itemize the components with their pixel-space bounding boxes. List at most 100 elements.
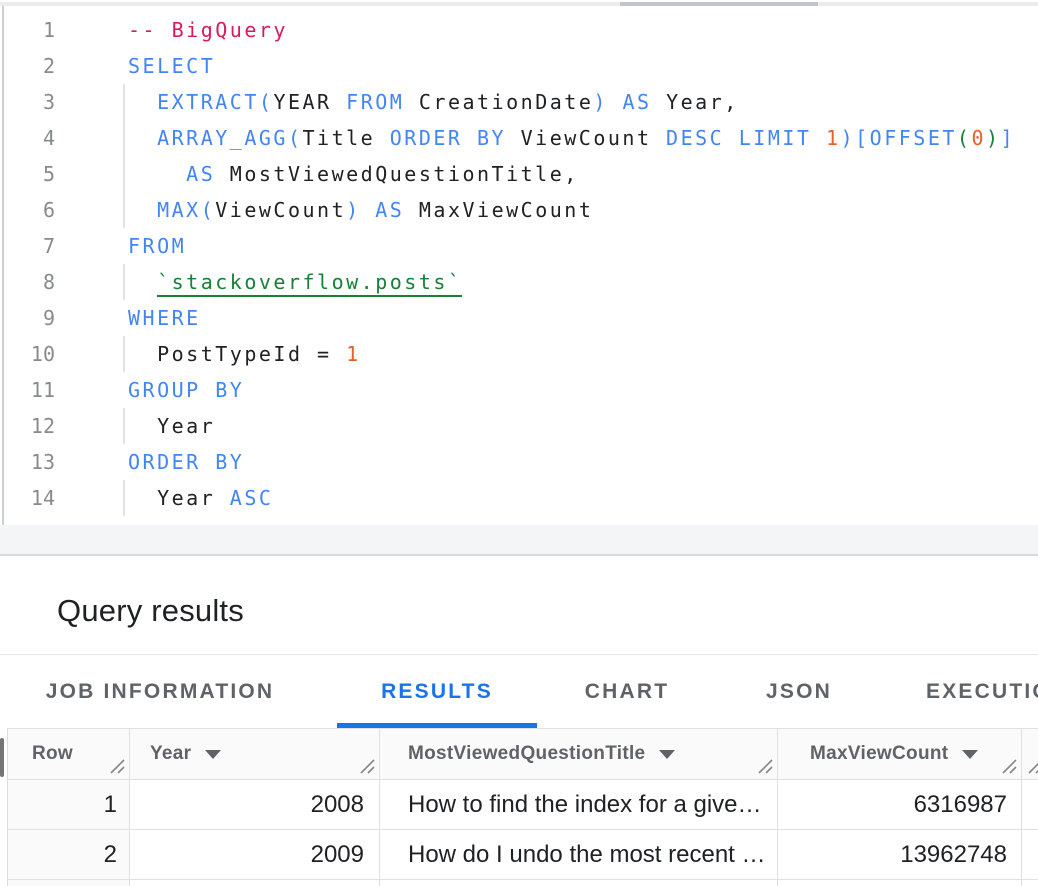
line-number: 4 <box>0 120 55 156</box>
column-resize-handle-icon[interactable] <box>1001 758 1018 775</box>
code-text: FROM <box>128 228 186 264</box>
token-id <box>811 126 826 150</box>
tab-json[interactable]: JSON <box>717 656 881 728</box>
code-line[interactable]: 13ORDER BY <box>0 444 1038 480</box>
code-line[interactable]: 2 SELECT <box>0 48 1038 84</box>
token-kw: [ <box>855 126 870 150</box>
code-line[interactable]: 12 Year <box>0 408 1038 444</box>
query-results-title: Query results <box>57 593 244 629</box>
column-header-label: Year <box>150 743 191 765</box>
table-row: 22009How do I undo the most recent …1396… <box>8 830 1038 880</box>
code-line[interactable]: 3 EXTRACT(YEAR FROM CreationDate) AS Yea… <box>0 84 1038 120</box>
token-id: MostViewedQuestionTitle, <box>215 162 579 186</box>
cell-row: 2 <box>8 830 130 880</box>
token-id: YEAR <box>273 90 346 114</box>
token-kw: AS <box>186 162 215 186</box>
token-id: Title <box>303 126 390 150</box>
token-id: ViewCount <box>215 198 346 222</box>
tab-results[interactable]: RESULTS <box>337 656 537 728</box>
line-number: 7 <box>0 228 55 264</box>
tab-execution-details[interactable]: EXECUTION DETAILS <box>881 656 1038 728</box>
token-grn: ( <box>957 126 972 150</box>
token-id <box>128 162 186 186</box>
code-line[interactable]: 7 FROM <box>0 228 1038 264</box>
code-line[interactable]: 11GROUP BY <box>0 372 1038 408</box>
code-text: PostTypeId = 1 <box>128 336 361 372</box>
bigquery-console: 1-- BigQuery2SELECT3 EXTRACT(YEAR FROM C… <box>0 0 1038 886</box>
code-line[interactable]: 1-- BigQuery <box>0 12 1038 48</box>
token-kw: ) <box>841 126 856 150</box>
code-text: SELECT <box>128 48 215 84</box>
code-text: ORDER BY <box>128 444 244 480</box>
cell-most-viewed-question <box>380 880 778 886</box>
token-kw: ) <box>593 90 608 114</box>
token-id: CreationDate <box>404 90 593 114</box>
line-number: 5 <box>0 156 55 192</box>
editor-bottom-band <box>0 525 1038 556</box>
token-id: Year <box>128 414 215 438</box>
token-kw: ARRAY_AGG <box>157 126 288 150</box>
line-number: 2 <box>0 48 55 84</box>
column-dropdown-icon[interactable] <box>205 750 221 759</box>
token-kw: OFFSET <box>870 126 957 150</box>
cell-row: 1 <box>8 780 130 830</box>
code-line[interactable]: 14 Year ASC <box>0 480 1038 516</box>
cell-year <box>130 880 380 886</box>
token-kw: SELECT <box>128 54 215 78</box>
token-id <box>608 90 623 114</box>
column-header-label: MostViewedQuestionTitle <box>408 743 645 765</box>
column-resize-handle-icon[interactable] <box>1027 758 1038 775</box>
cell-row <box>8 880 130 886</box>
token-kw: AS <box>622 90 651 114</box>
code-line[interactable]: 10 PostTypeId = 1 <box>0 336 1038 372</box>
code-line[interactable]: 9WHERE <box>0 300 1038 336</box>
column-header-row[interactable]: Row <box>8 729 130 780</box>
line-number: 1 <box>0 12 55 48</box>
code-line[interactable]: 6 MAX(ViewCount) AS MaxViewCount <box>0 192 1038 228</box>
column-header-next-column-sliver[interactable] <box>1022 729 1038 780</box>
column-resize-handle-icon[interactable] <box>757 758 774 775</box>
token-id <box>361 198 376 222</box>
tab-chart[interactable]: CHART <box>537 656 717 728</box>
token-kw: ORDER BY <box>128 450 244 474</box>
token-kw: MAX <box>157 198 201 222</box>
code-line[interactable]: 5 AS MostViewedQuestionTitle, <box>0 156 1038 192</box>
results-vertical-scrollbar-thumb[interactable] <box>0 738 4 777</box>
column-resize-handle-icon[interactable] <box>109 758 126 775</box>
token-kw: ( <box>288 126 303 150</box>
token-kw: DESC <box>666 126 724 150</box>
token-num: 1 <box>826 126 841 150</box>
code-text: Year <box>128 408 215 444</box>
token-kw: FROM <box>346 90 404 114</box>
cell-most-viewed-question: How do I undo the most recent … <box>380 830 778 880</box>
column-header-max-view-count[interactable]: MaxViewCount <box>778 729 1022 780</box>
column-header-year[interactable]: Year <box>130 729 380 780</box>
cell-next-column-sliver <box>1022 830 1038 880</box>
line-number: 9 <box>0 300 55 336</box>
token-id <box>128 198 157 222</box>
tab-label: JSON <box>766 680 832 704</box>
token-id: Year <box>128 486 230 510</box>
line-number: 3 <box>0 84 55 120</box>
token-id: Year, <box>652 90 739 114</box>
token-grn: ) <box>986 126 1001 150</box>
code-text: GROUP BY <box>128 372 244 408</box>
line-number: 6 <box>0 192 55 228</box>
column-dropdown-icon[interactable] <box>659 750 675 759</box>
token-id: ViewCount <box>506 126 666 150</box>
token-kw: ASC <box>230 486 274 510</box>
tab-label: EXECUTION DETAILS <box>926 680 1038 704</box>
code-line[interactable]: 8 `stackoverflow.posts` <box>0 264 1038 300</box>
column-resize-handle-icon[interactable] <box>359 758 376 775</box>
column-header-most-viewed-question[interactable]: MostViewedQuestionTitle <box>380 729 778 780</box>
cell-max-view-count <box>778 880 1022 886</box>
code-line[interactable]: 4 ARRAY_AGG(Title ORDER BY ViewCount DES… <box>0 120 1038 156</box>
token-kw: ) <box>346 198 361 222</box>
results-vertical-scrollbar[interactable] <box>0 728 8 886</box>
column-dropdown-icon[interactable] <box>962 750 978 759</box>
token-kw: ] <box>1001 126 1016 150</box>
tab-job-information[interactable]: JOB INFORMATION <box>12 656 308 728</box>
cell-year: 2009 <box>130 830 380 880</box>
sql-editor[interactable]: 1-- BigQuery2 SELECT 3 EXTRACT(YEAR FROM C… <box>0 6 1038 525</box>
cell-next-column-sliver <box>1022 780 1038 830</box>
